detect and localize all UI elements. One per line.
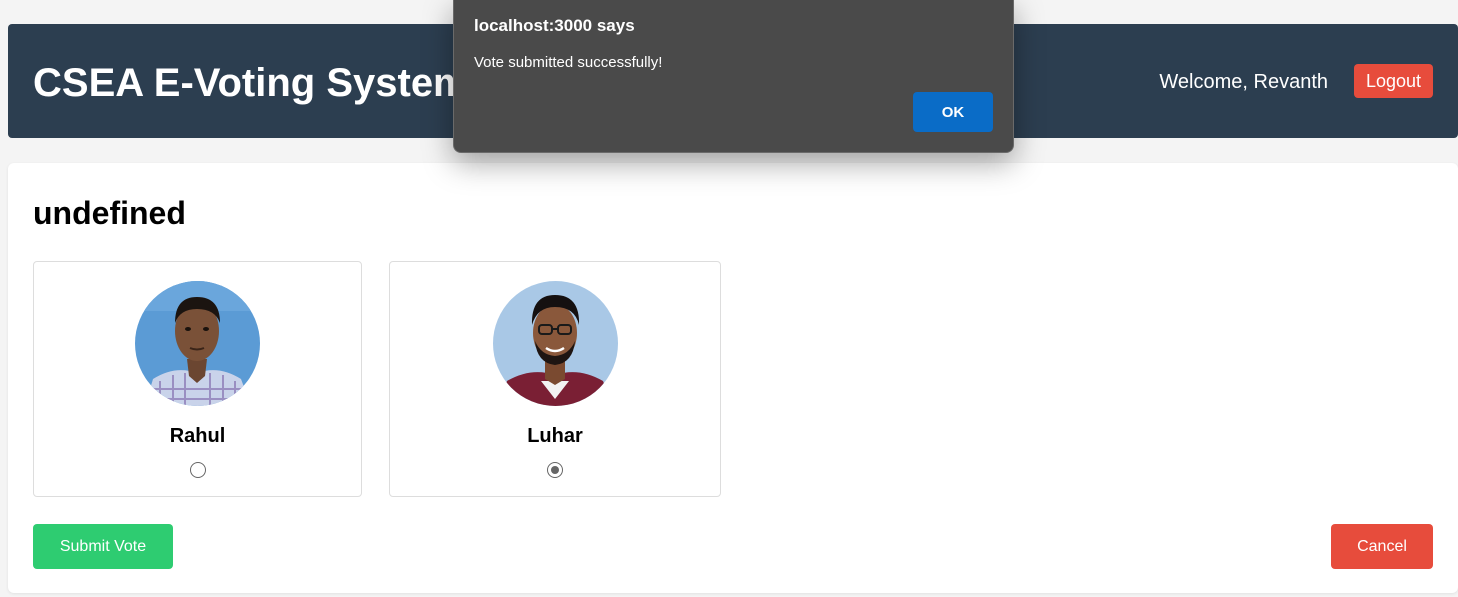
submit-vote-button[interactable]: Submit Vote [33,524,173,569]
logout-button[interactable]: Logout [1353,64,1433,98]
candidate-radio[interactable] [189,462,206,478]
candidate-photo-image [135,281,260,406]
candidate-photo [135,281,260,406]
cancel-button[interactable]: Cancel [1331,524,1433,569]
welcome-text: Welcome, Revanth [1159,71,1328,93]
ballot-card: undefined Rahul Luhar Submit Vote Cancel [8,163,1458,593]
page: CSEA E-Voting System Welcome, Revanth Lo… [0,0,1458,597]
app-title: CSEA E-Voting System [33,61,469,105]
candidate-radio[interactable] [547,462,563,478]
candidate-card[interactable]: Luhar [389,261,721,497]
candidate-name: Luhar [527,425,583,447]
dialog-title: localhost:3000 says [474,16,635,35]
election-title: undefined [33,195,186,231]
ok-button[interactable]: OK [913,92,993,132]
candidate-photo-image [492,281,618,406]
alert-dialog: localhost:3000 says Vote submitted succe… [453,0,1014,153]
candidate-photo [492,281,618,406]
candidate-name: Rahul [169,425,226,447]
candidate-card[interactable]: Rahul [33,261,362,497]
dialog-message: Vote submitted successfully! [474,54,663,71]
